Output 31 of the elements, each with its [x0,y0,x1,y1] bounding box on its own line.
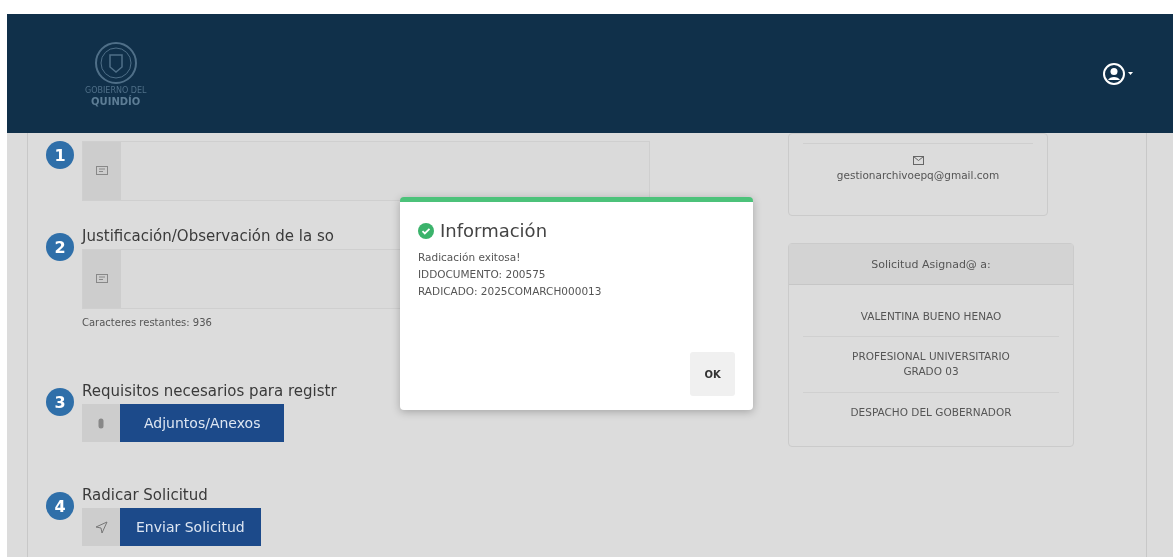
action-button[interactable]: Enviar Solicitud [120,508,261,546]
send-icon [94,520,108,534]
logo-caption: GOBIERNO DEL [85,85,147,95]
step-number: 2 [46,233,74,261]
char-counter: Caracteres restantes: 936 [82,317,213,328]
comment-icon [96,166,108,176]
dialog-title: Información [440,220,548,241]
step-title: Justificación/Observación de la so [82,227,334,245]
mail-icon [912,156,924,165]
seal-icon [93,40,138,85]
step-number: 3 [46,388,74,416]
assignee-row: PROFESIONAL UNIVERSITARIO GRADO 03 [803,336,1059,392]
step-title: Radicar Solicitud [82,486,208,504]
comment-icon [96,274,108,284]
logo-name: QUINDÍO [91,95,141,107]
step-title: Requisitos necesarios para registr [82,382,337,400]
assignee-row-text: VALENTINA BUENO HENAO [859,309,1003,324]
dialog-message: RADICADO: 2025COMARCH000013 [418,285,603,297]
user-menu[interactable] [1103,62,1133,85]
user-icon [1103,62,1125,85]
caret-icon [1128,72,1133,75]
ok-button[interactable]: OK [690,352,735,396]
step-number: 4 [46,492,74,520]
dialog-message: Radicación exitosa! [418,251,522,263]
action-button[interactable]: Adjuntos/Anexos [120,404,285,442]
step-number: 1 [46,141,74,169]
check-circle-icon [418,222,434,239]
dialog-message: IDDOCUMENTO: 200575 [418,268,547,280]
assignee-row: DESPACHO DEL GOBERNADOR [803,391,1059,432]
card-title: Solicitud Asignad@ a: [789,244,1073,285]
email-text: gestionarchivoepq@gmail.com [836,169,1000,181]
